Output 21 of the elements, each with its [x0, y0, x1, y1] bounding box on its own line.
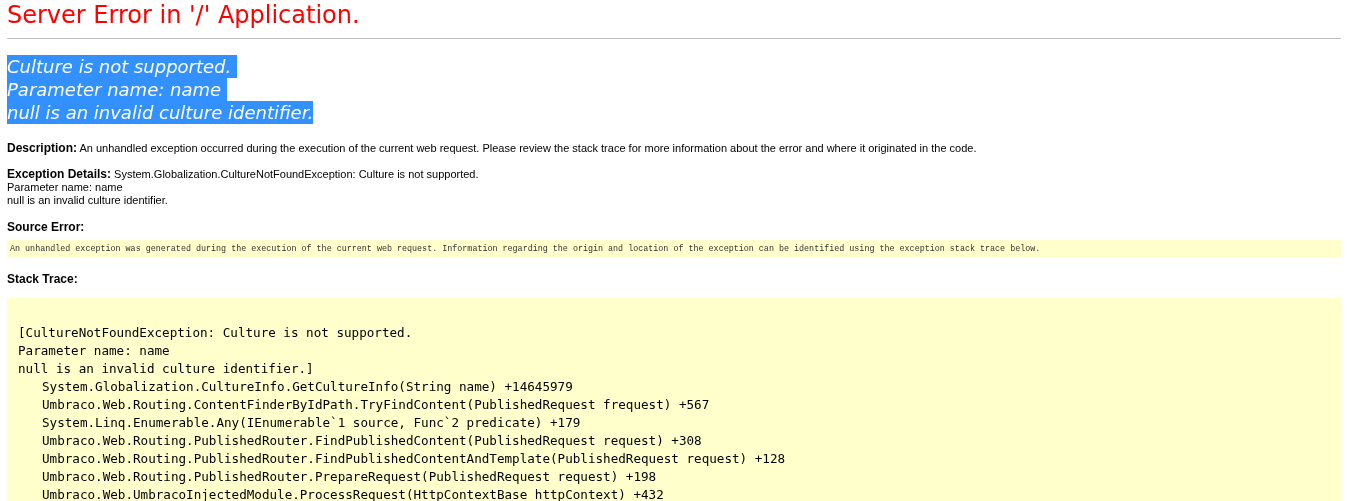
section-label: Source Error:	[7, 220, 85, 234]
stack-trace-line: Umbraco.Web.Routing.PublishedRouter.PrepareRequest(PublishedRequest request) +198	[41, 468, 657, 486]
page-title: Server Error in '/' Application.	[7, 0, 360, 30]
stack-trace-line: System.Linq.Enumerable.Any(IEnumerable`1 source, Func`2 predicate) +179	[41, 414, 581, 432]
error-message: null is an invalid culture identifier.	[7, 101, 314, 124]
stack-trace-line: Umbraco.Web.Routing.PublishedRouter.FindPublishedContentAndTemplate(PublishedRequest request) +128	[41, 450, 786, 468]
stack-trace-line: Umbraco.Web.Routing.ContentFinderByIdPath.TryFindContent(PublishedRequest frequest) +567	[41, 396, 710, 414]
stack-trace-line: Parameter name: name	[18, 342, 170, 360]
stack-trace-line: null is an invalid culture identifier.]	[18, 360, 314, 378]
stack-trace-line: [CultureNotFoundException: Culture is not supported.	[18, 324, 413, 342]
stack-trace-line: Umbraco.Web.Routing.PublishedRouter.FindPublishedContent(PublishedRequest request) +308	[41, 432, 702, 450]
section-label: Stack Trace:	[7, 272, 78, 286]
error-message: Culture is not supported.	[7, 55, 237, 78]
exception-details-text: Parameter name: name	[7, 181, 123, 194]
stack-trace-line: Umbraco.Web.UmbracoInjectedModule.ProcessRequest(HttpContextBase httpContext) +432	[41, 486, 664, 501]
source-error-text: An unhandled exception was generated during the execution of the current web request. Information regarding the origin and location of the exception can be identified using the exception stack trace below.	[10, 244, 1041, 254]
description-text: Description: An unhandled exception occurred during the execution of the current web request. Please review the stack trace for more information about the error and where it originated in the code.	[7, 142, 978, 155]
stack-trace-line: System.Globalization.CultureInfo.GetCultureInfo(String name) +14645979	[41, 378, 573, 396]
error-message: Parameter name: name	[7, 78, 227, 101]
exception-details-text: null is an invalid culture identifier.	[7, 194, 168, 207]
exception-details-text: Exception Details: System.Globalization.CultureNotFoundException: Culture is not supported.	[7, 168, 479, 181]
